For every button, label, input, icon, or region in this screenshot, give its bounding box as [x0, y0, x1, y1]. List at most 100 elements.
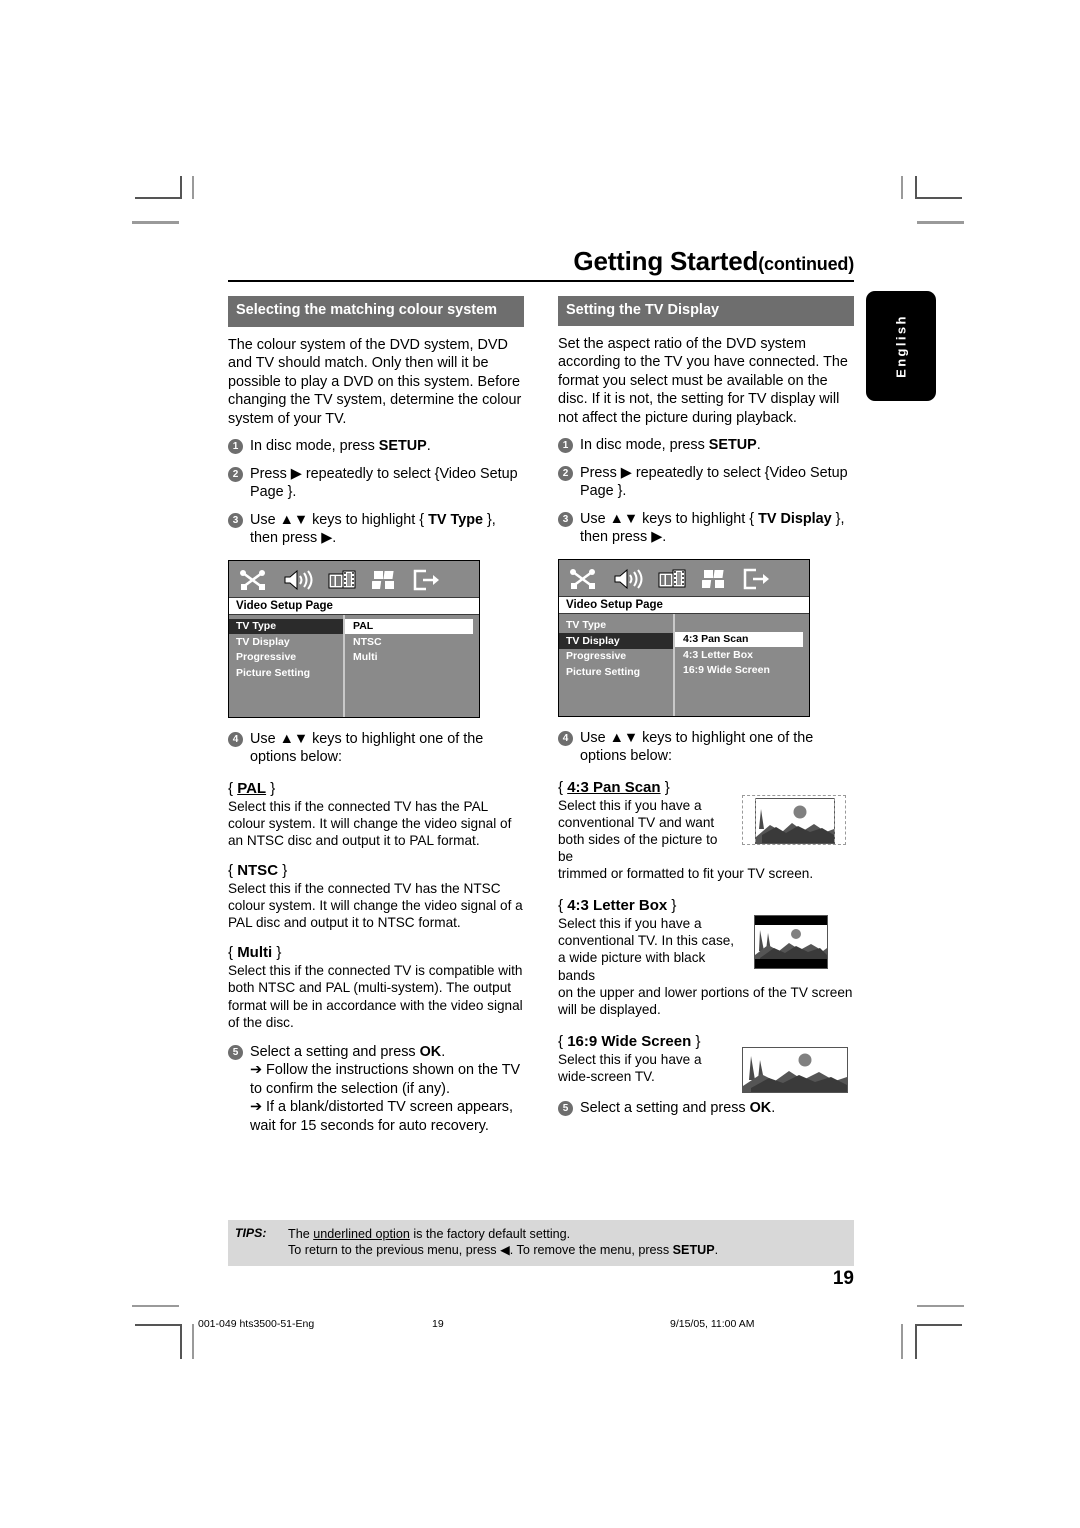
osd-menu-item-progressive[interactable]: Progressive: [559, 649, 673, 665]
exit-icon[interactable]: [742, 567, 772, 591]
crop-mark: [901, 176, 903, 199]
step-bold: TV Type: [428, 511, 483, 528]
step-text-pre: In disc mode, press: [250, 438, 379, 455]
step-number: 5: [228, 1044, 243, 1060]
right-step-1: 1 In disc mode, press SETUP.: [558, 436, 854, 455]
tools-icon[interactable]: [568, 567, 598, 591]
brace-close: }: [691, 1032, 701, 1050]
preference-icon[interactable]: [372, 568, 398, 592]
osd-panes: TV Type TV Display Progressive Picture S…: [559, 613, 809, 716]
osd-icon-bar: [559, 559, 809, 596]
masthead-rule: [228, 280, 854, 283]
tips-line2-post: .: [714, 1243, 719, 1258]
tips-label: TIPS:: [235, 1226, 267, 1240]
crop-mark: [135, 1324, 182, 1326]
brace-open: {: [558, 1032, 568, 1050]
step-text-post: .: [426, 438, 431, 455]
right-arrow-icon: ▶: [290, 465, 302, 482]
page-masthead: Getting Started(continued): [228, 246, 854, 283]
crop-mark: [901, 1324, 903, 1359]
osd-menu-list: TV Type TV Display Progressive Picture S…: [229, 614, 345, 717]
osd-menu-item-picture-setting[interactable]: Picture Setting: [559, 664, 673, 680]
page-title-continued: (continued): [758, 254, 854, 274]
osd-option-multi[interactable]: Multi: [345, 650, 473, 666]
right-step-2: 2 Press ▶ repeatedly to select {Video Se…: [558, 464, 854, 501]
step-text-pre: Press: [580, 464, 621, 481]
tips-line-2: To return to the previous menu, press ◀.…: [288, 1242, 854, 1258]
osd-option-list: PAL NTSC Multi: [345, 615, 479, 717]
step-text-pre: Press: [250, 465, 291, 482]
osd-option-wide-screen[interactable]: 16:9 Wide Screen: [675, 663, 803, 679]
step-number: 4: [558, 730, 573, 746]
crop-mark: [180, 1324, 182, 1359]
option-label: Multi: [237, 944, 273, 962]
right-column: Setting the TV Display Set the aspect ra…: [558, 296, 854, 1118]
osd-page-label: Video Setup Page: [229, 596, 479, 615]
osd-video-setup-tv-type: Video Setup Page TV Type TV Display Prog…: [228, 559, 480, 718]
option-label: PAL: [237, 779, 267, 797]
osd-option-pal[interactable]: PAL: [345, 618, 473, 635]
left-intro-paragraph: The colour system of the DVD system, DVD…: [228, 336, 522, 427]
page-title-text: Getting Started: [573, 246, 759, 276]
step-arrow-note-2: ➔ If a blank/distorted TV screen appears…: [250, 1099, 513, 1134]
step-text-mid: keys to highlight {: [308, 511, 429, 528]
brace-close: }: [667, 897, 677, 915]
osd-menu-item-tv-display[interactable]: TV Display: [559, 633, 673, 649]
step-number: 4: [228, 731, 243, 747]
osd-menu-item-picture-setting[interactable]: Picture Setting: [229, 665, 343, 681]
tips-line2-pre: To return to the previous menu, press ◀.…: [288, 1243, 673, 1258]
exit-icon[interactable]: [412, 568, 442, 592]
option-body-multi: Select this if the connected TV is compa…: [228, 963, 523, 1030]
right-section-heading: Setting the TV Display: [558, 296, 854, 326]
osd-option-ntsc[interactable]: NTSC: [345, 634, 473, 650]
osd-option-list: 4:3 Pan Scan 4:3 Letter Box 16:9 Wide Sc…: [675, 614, 809, 716]
updown-arrow-icon: ▲▼: [609, 510, 639, 527]
crop-mark: [180, 176, 182, 199]
updown-arrow-icon: ▲▼: [609, 729, 639, 746]
step-number: 3: [228, 512, 243, 528]
step-text-pre: Use: [250, 730, 280, 747]
brace-close: }: [272, 944, 282, 962]
tips-line1-pre: The: [288, 1227, 314, 1241]
step-bold: SETUP: [708, 437, 757, 454]
option-heading-multi: { Multi }: [228, 944, 524, 961]
option-body-ntsc: Select this if the connected TV has the …: [228, 880, 523, 931]
crop-mark: [917, 221, 964, 224]
step-number: 2: [558, 465, 573, 481]
step-bold: SETUP: [378, 438, 427, 455]
osd-menu-item-progressive[interactable]: Progressive: [229, 650, 343, 666]
osd-menu-item-tv-type[interactable]: TV Type: [559, 618, 673, 634]
tips-line2-bold: SETUP: [672, 1243, 715, 1258]
osd-menu-item-tv-display[interactable]: TV Display: [229, 634, 343, 650]
osd-option-letter-box[interactable]: 4:3 Letter Box: [675, 647, 803, 663]
left-column: Selecting the matching colour system The…: [228, 296, 524, 1135]
step-number: 1: [228, 439, 243, 455]
brace-close: }: [278, 861, 288, 879]
crop-mark: [192, 176, 194, 199]
brace-close: }: [660, 778, 670, 796]
step-text-post: .: [756, 437, 761, 454]
film-icon[interactable]: [328, 568, 358, 592]
speaker-icon[interactable]: [612, 567, 644, 591]
osd-video-setup-tv-display: Video Setup Page TV Type TV Display Prog…: [558, 558, 810, 717]
tools-icon[interactable]: [238, 568, 268, 592]
printer-footer-file: 001-049 hts3500-51-Eng: [198, 1318, 315, 1330]
speaker-icon[interactable]: [282, 568, 314, 592]
option-body-pal: Select this if the connected TV has the …: [228, 798, 512, 848]
preference-icon[interactable]: [702, 567, 728, 591]
step-bold: TV Display: [758, 510, 832, 527]
crop-mark: [132, 1305, 179, 1307]
updown-arrow-icon: ▲▼: [279, 730, 309, 747]
step-number: 3: [558, 511, 573, 527]
film-icon[interactable]: [658, 567, 688, 591]
osd-menu-item-tv-type[interactable]: TV Type: [229, 618, 343, 635]
option-body-letter-box-wrap: Select this if you have a conventional T…: [558, 916, 735, 983]
option-heading-pal: { PAL }: [228, 780, 524, 797]
left-section-heading: Selecting the matching colour system: [228, 296, 524, 327]
language-tab-label: English: [893, 314, 909, 378]
option-label: NTSC: [237, 861, 279, 879]
osd-option-pan-scan[interactable]: 4:3 Pan Scan: [675, 631, 803, 648]
letterbox-top-band: [755, 916, 827, 926]
step-text-pre: Select a setting and press: [250, 1043, 420, 1060]
osd-panes: TV Type TV Display Progressive Picture S…: [229, 614, 479, 717]
